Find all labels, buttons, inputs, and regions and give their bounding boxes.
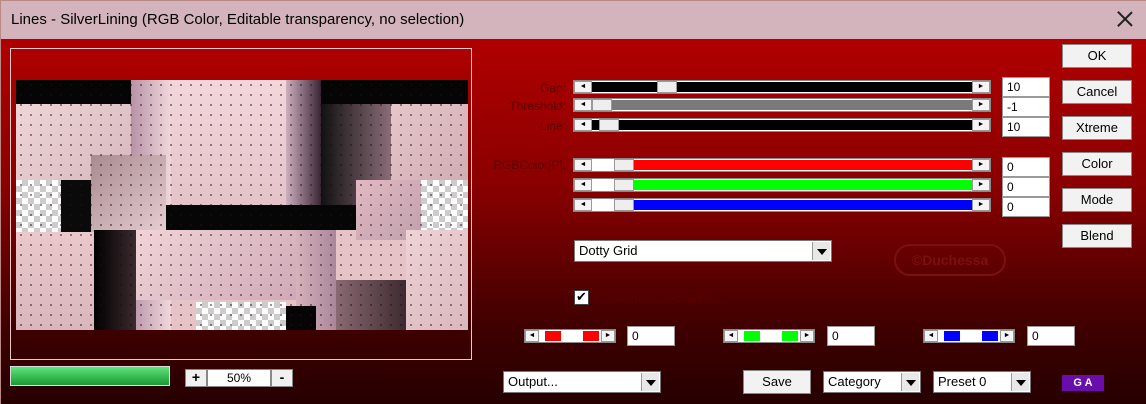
title-bar: Lines - SilverLining (RGB Color, Editabl… bbox=[1, 1, 1146, 39]
line-label: Line: bbox=[539, 119, 566, 133]
threshold-right-arrow-icon[interactable]: ► bbox=[972, 99, 990, 111]
blue-left-arrow-icon[interactable]: ◄ bbox=[574, 199, 592, 211]
pattern-select-value: Dotty Grid bbox=[579, 243, 638, 258]
line-right-arrow-icon[interactable]: ► bbox=[972, 119, 990, 131]
gap-left-arrow-icon[interactable]: ◄ bbox=[574, 81, 592, 93]
blue-input[interactable]: 0 bbox=[1002, 197, 1050, 217]
gaps-checkbox-label: Create/use/reset gaps bbox=[595, 290, 714, 304]
mini-red-slider[interactable]: ◄ ► bbox=[524, 329, 616, 343]
dialog-window: Lines - SilverLining (RGB Color, Editabl… bbox=[0, 0, 1146, 404]
blue-right-arrow-icon[interactable]: ► bbox=[972, 199, 990, 211]
preset-select[interactable]: Preset 0 bbox=[933, 371, 1031, 393]
mini-green-left-arrow-icon[interactable]: ◄ bbox=[724, 330, 738, 342]
mini-blue-input[interactable]: 0 bbox=[1027, 326, 1075, 346]
red-left-arrow-icon[interactable]: ◄ bbox=[574, 159, 592, 171]
color-button[interactable]: Color bbox=[1062, 152, 1132, 176]
threshold-slider[interactable]: ◄ ► bbox=[573, 98, 991, 112]
rgb-label: RGBColor[P]: bbox=[493, 158, 566, 172]
mini-blue-slider[interactable]: ◄ ► bbox=[923, 329, 1015, 343]
zoom-out-button[interactable]: - bbox=[271, 369, 293, 387]
red-slider[interactable]: ◄ ► bbox=[573, 158, 991, 172]
zoom-in-button[interactable]: + bbox=[185, 369, 207, 387]
preview-image bbox=[16, 80, 468, 330]
line-input[interactable]: 10 bbox=[1002, 117, 1050, 137]
gap-slider[interactable]: ◄ ► bbox=[573, 80, 991, 94]
threshold-label: Threshold: bbox=[509, 99, 566, 113]
dialog-body: + 50% - Gap: ◄ ► 10 Threshold: ◄ ► -1 Li… bbox=[1, 39, 1146, 404]
green-slider-thumb[interactable] bbox=[614, 179, 634, 191]
category-select[interactable]: Category bbox=[823, 371, 921, 393]
save-button[interactable]: Save bbox=[743, 370, 811, 394]
pattern-select[interactable]: Dotty Grid bbox=[574, 240, 832, 262]
category-select-value: Category bbox=[828, 374, 881, 389]
mini-green-slider[interactable]: ◄ ► bbox=[723, 329, 815, 343]
threshold-input[interactable]: -1 bbox=[1002, 97, 1050, 117]
output-select-value: Output... bbox=[508, 374, 558, 389]
gaps-checkbox[interactable]: ✔ bbox=[574, 290, 589, 305]
gap-label: Gap: bbox=[539, 81, 566, 95]
mode-button[interactable]: Mode bbox=[1062, 188, 1132, 212]
output-select[interactable]: Output... bbox=[503, 371, 661, 393]
red-slider-thumb[interactable] bbox=[614, 159, 634, 171]
line-left-arrow-icon[interactable]: ◄ bbox=[574, 119, 592, 131]
gap-slider-thumb[interactable] bbox=[657, 81, 677, 93]
zoom-level: 50% bbox=[207, 369, 271, 387]
line-slider-thumb[interactable] bbox=[599, 119, 619, 131]
blue-slider[interactable]: ◄ ► bbox=[573, 198, 991, 212]
mini-red-input[interactable]: 0 bbox=[627, 326, 675, 346]
line-slider[interactable]: ◄ ► bbox=[573, 118, 991, 132]
chevron-down-icon[interactable] bbox=[901, 373, 919, 391]
blue-slider-thumb[interactable] bbox=[614, 199, 634, 211]
mini-blue-right-arrow-icon[interactable]: ► bbox=[1000, 330, 1014, 342]
blend-button[interactable]: Blend bbox=[1062, 224, 1132, 248]
gap-input[interactable]: 10 bbox=[1002, 77, 1050, 97]
mini-green-right-arrow-icon[interactable]: ► bbox=[800, 330, 814, 342]
chevron-down-icon[interactable] bbox=[812, 242, 830, 260]
brand-logo: G A bbox=[1062, 375, 1104, 391]
red-right-arrow-icon[interactable]: ► bbox=[972, 159, 990, 171]
green-input[interactable]: 0 bbox=[1002, 177, 1050, 197]
close-icon[interactable] bbox=[1115, 10, 1135, 30]
mini-green-input[interactable]: 0 bbox=[827, 326, 875, 346]
green-right-arrow-icon[interactable]: ► bbox=[972, 179, 990, 191]
threshold-left-arrow-icon[interactable]: ◄ bbox=[574, 99, 592, 111]
mini-red-left-arrow-icon[interactable]: ◄ bbox=[525, 330, 539, 342]
ok-button[interactable]: OK bbox=[1062, 44, 1132, 68]
green-slider[interactable]: ◄ ► bbox=[573, 178, 991, 192]
watermark-logo: ©Duchessa bbox=[894, 244, 1006, 276]
red-input[interactable]: 0 bbox=[1002, 157, 1050, 177]
progress-bar bbox=[10, 366, 170, 386]
threshold-slider-thumb[interactable] bbox=[592, 99, 612, 111]
gap-right-arrow-icon[interactable]: ► bbox=[972, 81, 990, 93]
mini-blue-left-arrow-icon[interactable]: ◄ bbox=[924, 330, 938, 342]
mini-red-right-arrow-icon[interactable]: ► bbox=[601, 330, 615, 342]
window-title: Lines - SilverLining (RGB Color, Editabl… bbox=[11, 11, 465, 28]
chevron-down-icon[interactable] bbox=[641, 373, 659, 391]
green-left-arrow-icon[interactable]: ◄ bbox=[574, 179, 592, 191]
cancel-button[interactable]: Cancel bbox=[1062, 80, 1132, 104]
preview-panel[interactable] bbox=[10, 48, 472, 360]
xtreme-button[interactable]: Xtreme bbox=[1062, 116, 1132, 140]
chevron-down-icon[interactable] bbox=[1011, 373, 1029, 391]
preset-select-value: Preset 0 bbox=[938, 374, 987, 389]
